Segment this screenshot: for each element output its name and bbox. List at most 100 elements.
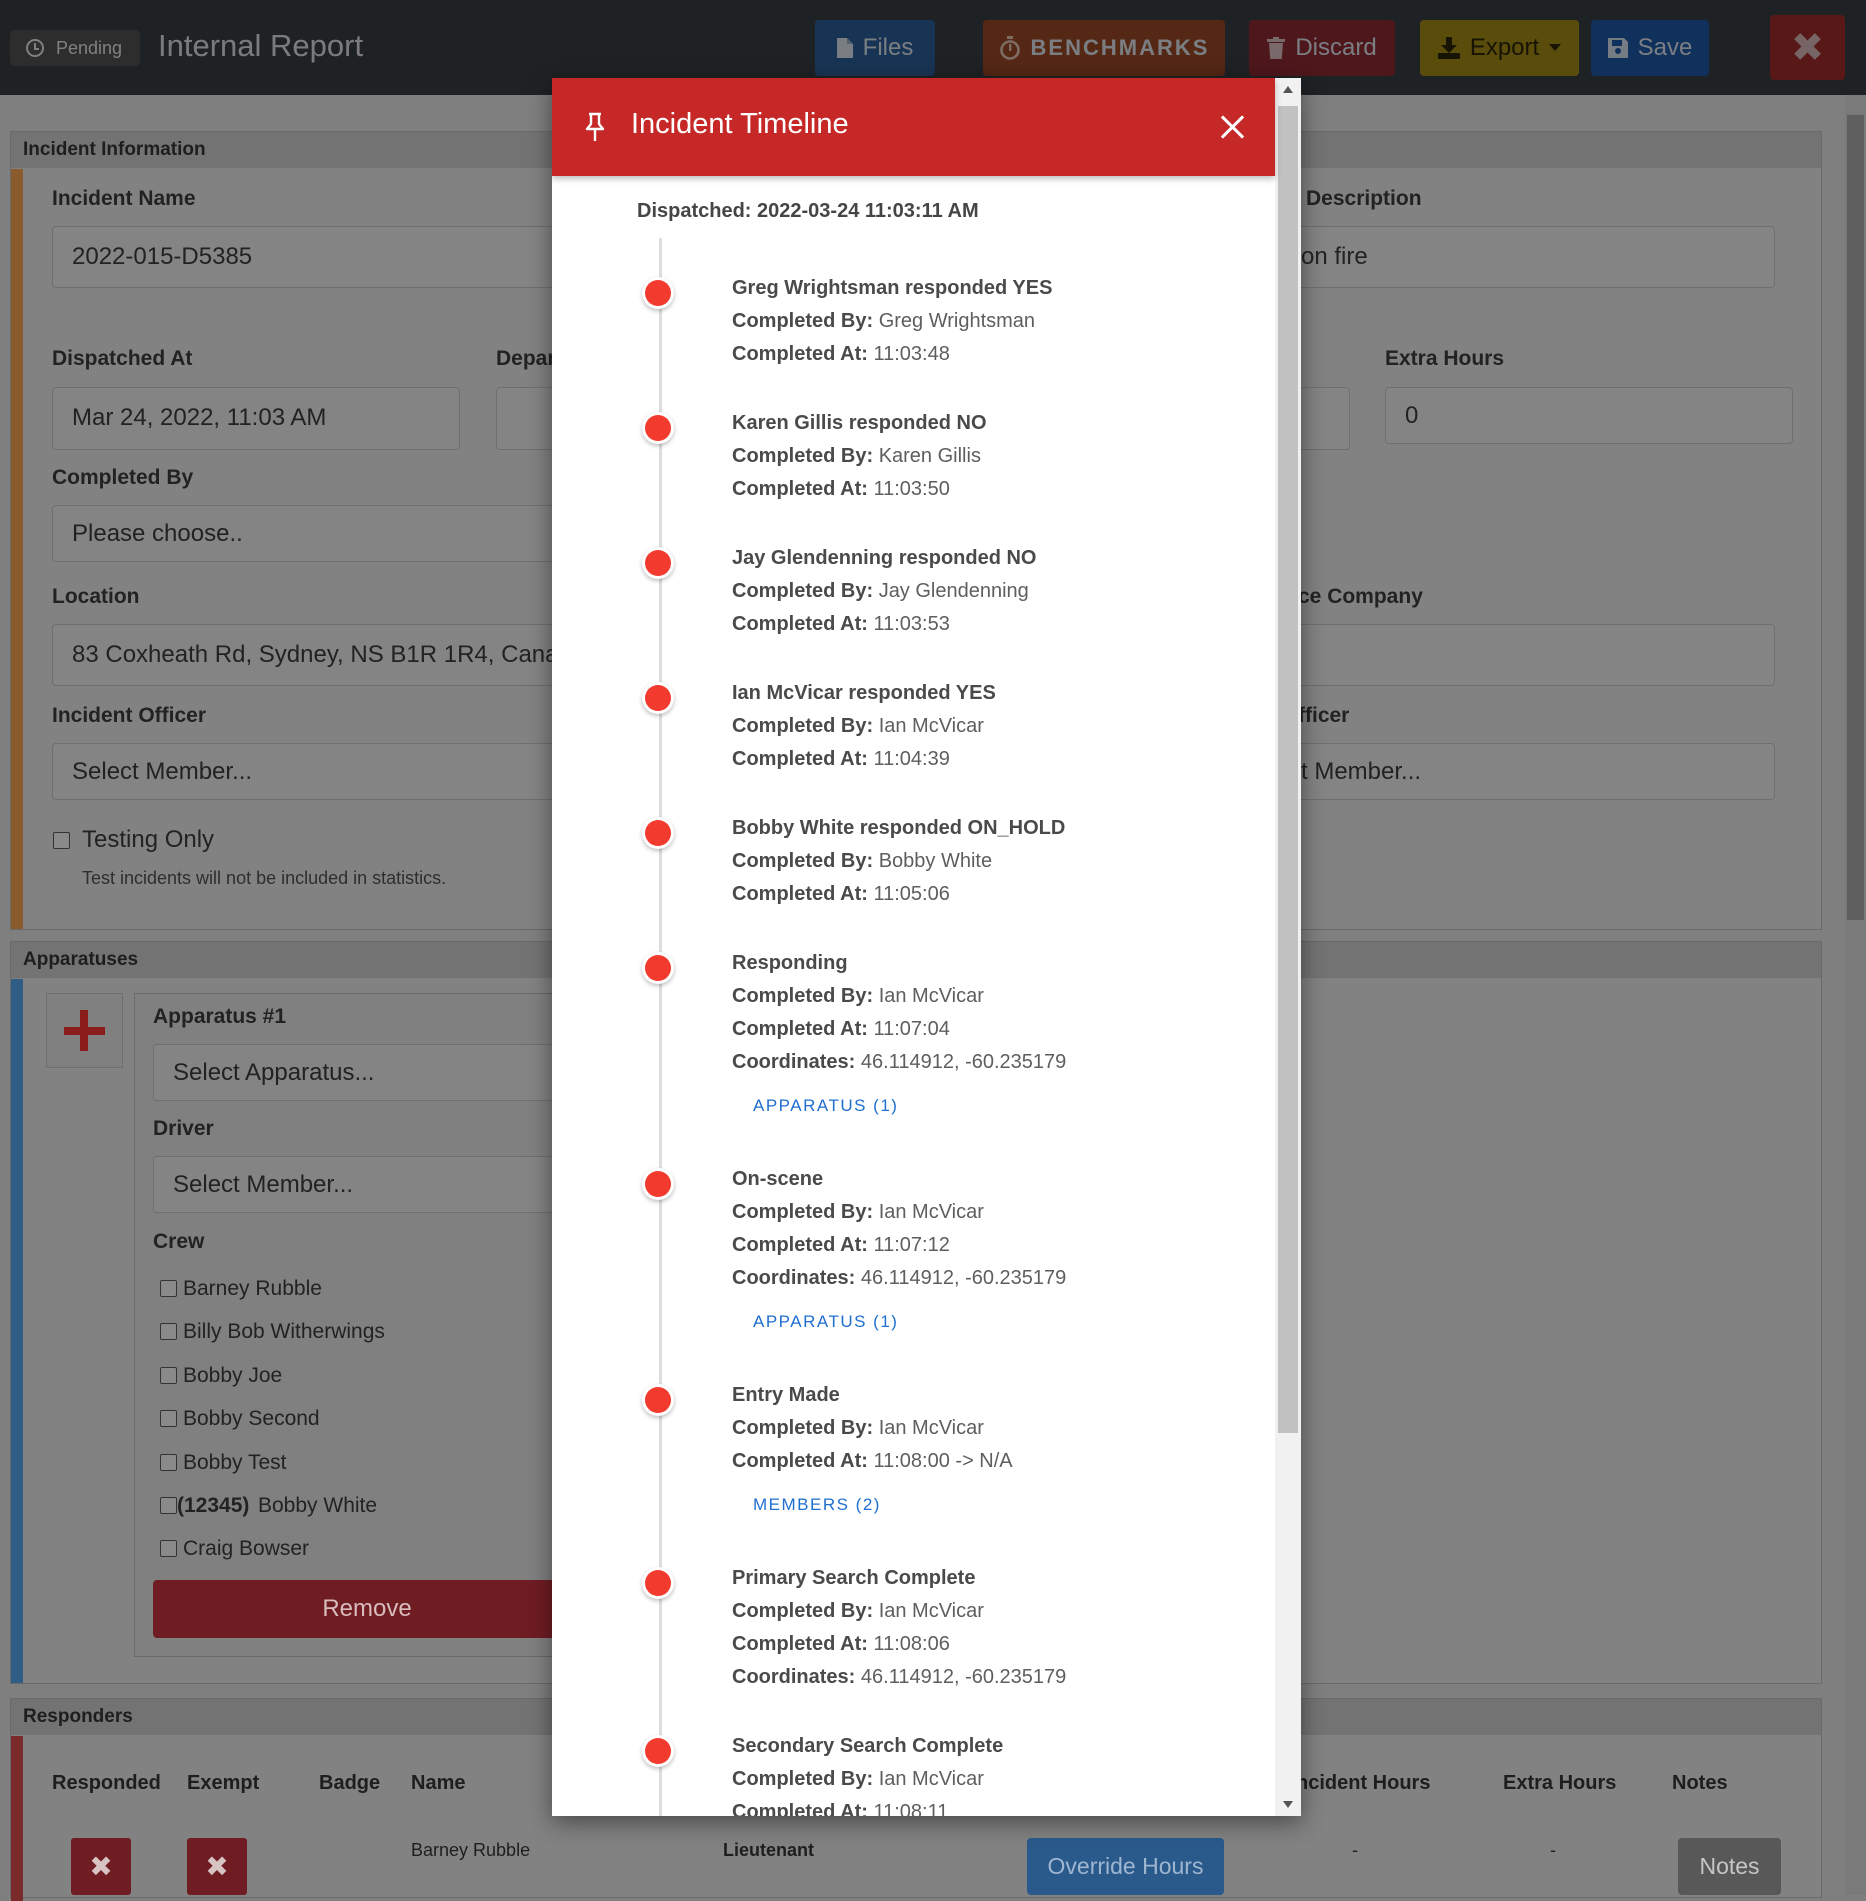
apparatus-select[interactable]: Select Apparatus...: [153, 1044, 581, 1101]
modal-close-icon[interactable]: [1220, 114, 1246, 140]
notes-button[interactable]: Notes: [1678, 1838, 1781, 1895]
event-completed-at: Completed At: 11:07:04: [732, 1018, 950, 1040]
officer-select[interactable]: t Member...: [1280, 743, 1775, 800]
timeline-dot: [645, 1171, 671, 1197]
location-input[interactable]: 83 Coxheath Rd, Sydney, NS B1R 1R4, Cana…: [52, 624, 562, 686]
event-title: Greg Wrightsman responded YES: [732, 277, 1053, 299]
crew-name: Bobby White: [258, 1494, 378, 1517]
scroll-up-arrow-icon[interactable]: [1283, 86, 1293, 93]
event-coordinates: Coordinates: 46.114912, -60.235179: [732, 1267, 1067, 1289]
responded-toggle-button[interactable]: ✖: [71, 1838, 131, 1895]
event-completed-by: Completed By: Ian McVicar: [732, 985, 984, 1007]
event-coordinates: Coordinates: 46.114912, -60.235179: [732, 1666, 1067, 1688]
column-responded: Responded: [52, 1772, 161, 1794]
dispatched-at-input[interactable]: Mar 24, 2022, 11:03 AM: [52, 387, 460, 450]
event-completed-by: Completed By: Ian McVicar: [732, 1600, 984, 1622]
event-coordinates: Coordinates: 46.114912, -60.235179: [732, 1051, 1067, 1073]
modal-header: Incident Timeline: [552, 78, 1275, 176]
event-completed-by: Completed By: Greg Wrightsman: [732, 310, 1036, 332]
timeline-dot: [645, 820, 671, 846]
crew-name: Craig Bowser: [183, 1537, 310, 1560]
description-input[interactable]: on fire: [1280, 226, 1775, 288]
incident-name-input[interactable]: 2022-015-D5385: [52, 226, 562, 288]
event-completed-by: Completed By: Ian McVicar: [732, 1201, 984, 1223]
event-title: Bobby White responded ON_HOLD: [732, 817, 1066, 839]
event-completed-at: Completed At: 11:07:12: [732, 1234, 950, 1256]
event-completed-by: Completed By: Ian McVicar: [732, 1417, 984, 1439]
apparatus-link[interactable]: APPARATUS (1): [753, 1312, 898, 1332]
override-hours-button[interactable]: Override Hours: [1027, 1838, 1224, 1895]
crew-badge: (12345): [177, 1494, 250, 1517]
exempt-toggle-button[interactable]: ✖: [187, 1838, 247, 1895]
incident-name-label: Incident Name: [52, 187, 196, 210]
crew-name: Barney Rubble: [183, 1277, 322, 1300]
crew-checkbox[interactable]: [160, 1454, 177, 1471]
incident-hours-value: -: [1352, 1840, 1358, 1860]
add-apparatus-button[interactable]: [46, 993, 123, 1068]
timeline-dot: [645, 1738, 671, 1764]
completed-by-label: Completed By: [52, 466, 194, 489]
event-title: Entry Made: [732, 1384, 840, 1406]
crew-name: Bobby Test: [183, 1451, 287, 1474]
crew-checkbox[interactable]: [160, 1280, 177, 1297]
crew-checkbox[interactable]: [160, 1497, 177, 1514]
extra-hours-input[interactable]: 0: [1385, 387, 1793, 444]
timeline-dot: [645, 1570, 671, 1596]
crew-checkbox[interactable]: [160, 1367, 177, 1384]
event-title: Secondary Search Complete: [732, 1735, 1004, 1757]
incident-officer-select[interactable]: Select Member...: [52, 743, 562, 800]
crew-checkbox[interactable]: [160, 1540, 177, 1557]
timeline-dot: [645, 280, 671, 306]
page-scrollbar-thumb[interactable]: [1847, 115, 1864, 920]
column-badge: Badge: [319, 1772, 381, 1794]
event-title: Primary Search Complete: [732, 1567, 976, 1589]
testing-only-label: Testing Only: [82, 826, 215, 853]
location-label: Location: [52, 585, 140, 608]
timeline-dot: [645, 1387, 671, 1413]
column-extra-hours: Extra Hours: [1503, 1772, 1617, 1794]
responders-stripe: [11, 1736, 23, 1901]
company-input[interactable]: [1280, 624, 1775, 686]
incident-timeline-modal: Incident Timeline Dispatched: 2022-03-24…: [552, 78, 1301, 1816]
timeline-dot: [645, 415, 671, 441]
apparatuses-stripe: [11, 979, 23, 1683]
column-notes: Notes: [1672, 1772, 1728, 1794]
modal-scrollbar-thumb[interactable]: [1278, 106, 1298, 1433]
scroll-down-arrow-icon[interactable]: [1283, 1801, 1293, 1808]
officer-label: fficer: [1298, 704, 1350, 727]
event-completed-by: Completed By: Jay Glendenning: [732, 580, 1029, 602]
event-completed-by: Completed By: Ian McVicar: [732, 715, 984, 737]
pin-icon: [585, 112, 605, 141]
testing-only-checkbox[interactable]: [53, 832, 70, 849]
apparatus-label: Apparatus #1: [153, 1005, 287, 1028]
dispatched-at-label: Dispatched At: [52, 347, 193, 370]
event-completed-at: Completed At: 11:08:11: [732, 1801, 949, 1816]
apparatus-link[interactable]: APPARATUS (1): [753, 1096, 898, 1116]
crew-label: Crew: [153, 1230, 205, 1253]
event-completed-at: Completed At: 11:08:06: [732, 1633, 950, 1655]
incident-info-stripe: [11, 169, 23, 929]
modal-title: Incident Timeline: [631, 108, 849, 140]
crew-name: Billy Bob Witherwings: [183, 1320, 385, 1343]
crew-name: Bobby Second: [183, 1407, 320, 1430]
testing-only-help: Test incidents will not be included in s…: [82, 868, 447, 888]
event-completed-at: Completed At: 11:03:53: [732, 613, 950, 635]
event-completed-at: Completed At: 11:05:06: [732, 883, 950, 905]
incident-officer-label: Incident Officer: [52, 704, 207, 727]
responder-name: Barney Rubble: [411, 1840, 531, 1860]
event-title: Responding: [732, 952, 848, 974]
company-label: ce Company: [1298, 585, 1423, 608]
departed-label: Depar: [496, 347, 556, 370]
timeline-dot: [645, 550, 671, 576]
column-incident-hours: ncident Hours: [1296, 1772, 1431, 1794]
event-completed-by: Completed By: Ian McVicar: [732, 1768, 984, 1790]
members-link[interactable]: MEMBERS (2): [753, 1495, 881, 1515]
event-title: Jay Glendenning responded NO: [732, 547, 1037, 569]
driver-select[interactable]: Select Member...: [153, 1156, 581, 1213]
timeline-dot: [645, 955, 671, 981]
completed-by-select[interactable]: Please choose..: [52, 505, 562, 562]
crew-checkbox[interactable]: [160, 1323, 177, 1340]
event-completed-at: Completed At: 11:08:00 -> N/A: [732, 1450, 1013, 1472]
remove-apparatus-button[interactable]: Remove: [153, 1580, 581, 1638]
crew-checkbox[interactable]: [160, 1410, 177, 1427]
